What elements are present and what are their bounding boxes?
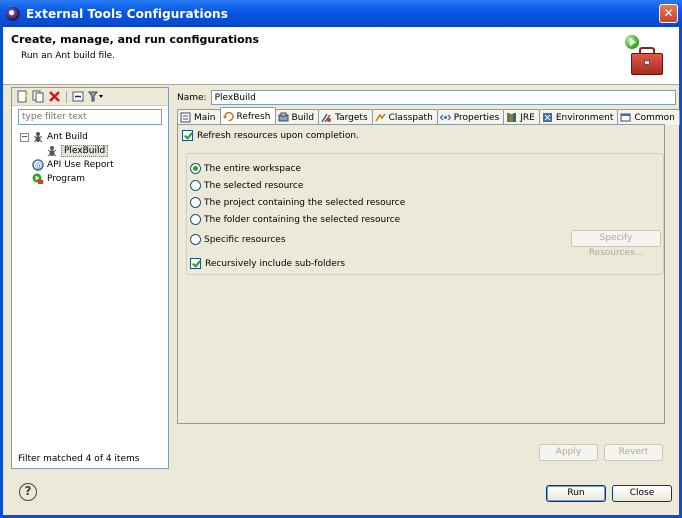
configuration-tree: − Ant Build PlexBuild @ API Use Report P… (20, 130, 114, 186)
tab-refresh[interactable]: Refresh (219, 107, 276, 125)
refresh-tab-content: Refresh resources upon completion. The e… (177, 124, 665, 424)
tree-item-label: API Use Report (47, 160, 114, 170)
recursive-subfolders-checkbox[interactable]: Recursively include sub-folders (190, 258, 345, 269)
targets-tab-icon (321, 112, 332, 123)
name-label: Name: (177, 92, 207, 103)
tab-main[interactable]: Main (177, 109, 221, 125)
collapse-toggle-icon[interactable]: − (20, 132, 29, 142)
program-icon (32, 173, 44, 185)
dialog-footer: ? Run Close (3, 471, 679, 515)
jre-tab-icon (506, 112, 517, 123)
apply-button[interactable]: Apply (539, 444, 598, 461)
checkbox-checked-icon (182, 130, 193, 141)
radio-icon (190, 197, 201, 208)
dialog-header: Create, manage, and run configurations R… (3, 27, 679, 85)
radio-icon (190, 234, 201, 245)
run-button[interactable]: Run (546, 485, 606, 502)
tab-environment[interactable]: Environment (538, 109, 619, 125)
editor-tabs: Main Refresh Build Targets Classpath Pro… (177, 107, 680, 125)
external-tools-dialog: External Tools Configurations ✕ Create, … (0, 0, 682, 518)
properties-tab-icon (439, 112, 452, 123)
ant-icon (32, 131, 44, 143)
tree-item-program[interactable]: Program (32, 172, 114, 186)
duplicate-configuration-icon[interactable] (32, 90, 45, 103)
radio-specific-resources[interactable]: Specific resources (190, 234, 286, 245)
radio-selected-resource[interactable]: The selected resource (190, 180, 303, 191)
api-report-icon: @ (32, 159, 44, 171)
configurations-panel: − Ant Build PlexBuild @ API Use Report (11, 87, 169, 469)
run-badge-icon (625, 35, 639, 49)
filter-input[interactable] (18, 109, 162, 125)
tab-classpath[interactable]: Classpath (371, 109, 438, 125)
svg-text:@: @ (35, 162, 42, 170)
configuration-editor: Name: Main Refresh Build Targets C (171, 87, 680, 469)
tree-item-label: Program (47, 174, 85, 184)
filter-configurations-icon[interactable] (88, 90, 103, 103)
ant-icon (46, 145, 58, 157)
eclipse-icon (6, 6, 20, 21)
tree-item-ant-build[interactable]: − Ant Build (20, 130, 114, 144)
collapse-all-icon[interactable] (72, 90, 85, 103)
radio-selected-icon (190, 163, 201, 174)
environment-tab-icon (542, 112, 553, 123)
specify-resources-button[interactable]: Specify Resources... (571, 230, 661, 258)
common-tab-icon (620, 112, 631, 123)
tab-properties[interactable]: Properties (436, 109, 505, 125)
window-title: External Tools Configurations (26, 6, 228, 21)
radio-icon (190, 214, 201, 225)
name-row: Name: (177, 90, 676, 105)
tab-build[interactable]: Build (274, 109, 320, 125)
revert-button[interactable]: Revert (604, 444, 663, 461)
checkbox-checked-icon (190, 258, 201, 269)
close-window-button[interactable]: ✕ (659, 4, 678, 23)
tab-common[interactable]: Common (617, 109, 680, 125)
radio-icon (190, 180, 201, 191)
close-button[interactable]: Close (612, 485, 672, 502)
radio-folder-resource[interactable]: The folder containing the selected resou… (190, 214, 400, 225)
header-description: Run an Ant build file. (21, 51, 116, 61)
tree-item-label: Ant Build (47, 132, 88, 142)
tree-item-label: PlexBuild (61, 145, 109, 157)
filter-status: Filter matched 4 of 4 items (18, 454, 140, 464)
title-bar[interactable]: External Tools Configurations ✕ (0, 0, 682, 27)
tree-item-api-use-report[interactable]: @ API Use Report (32, 158, 114, 172)
main-tab-icon (180, 112, 191, 123)
new-configuration-icon[interactable] (16, 90, 29, 103)
classpath-tab-icon (375, 112, 386, 123)
toolbox-icon (625, 35, 665, 77)
name-input[interactable] (210, 90, 676, 105)
delete-configuration-icon[interactable] (48, 90, 61, 103)
refresh-resources-checkbox[interactable]: Refresh resources upon completion. (182, 130, 359, 141)
build-tab-icon (278, 112, 289, 123)
help-icon[interactable]: ? (19, 483, 37, 501)
header-heading: Create, manage, and run configurations (11, 33, 260, 46)
configurations-toolbar (12, 88, 168, 106)
radio-entire-workspace[interactable]: The entire workspace (190, 163, 301, 174)
refresh-scope-group: The entire workspace The selected resour… (186, 153, 664, 275)
tab-jre[interactable]: JRE (503, 109, 540, 125)
radio-project-resource[interactable]: The project containing the selected reso… (190, 197, 405, 208)
tree-item-plexbuild[interactable]: PlexBuild (46, 144, 114, 158)
refresh-tab-icon (222, 111, 234, 122)
tab-targets[interactable]: Targets (318, 109, 373, 125)
